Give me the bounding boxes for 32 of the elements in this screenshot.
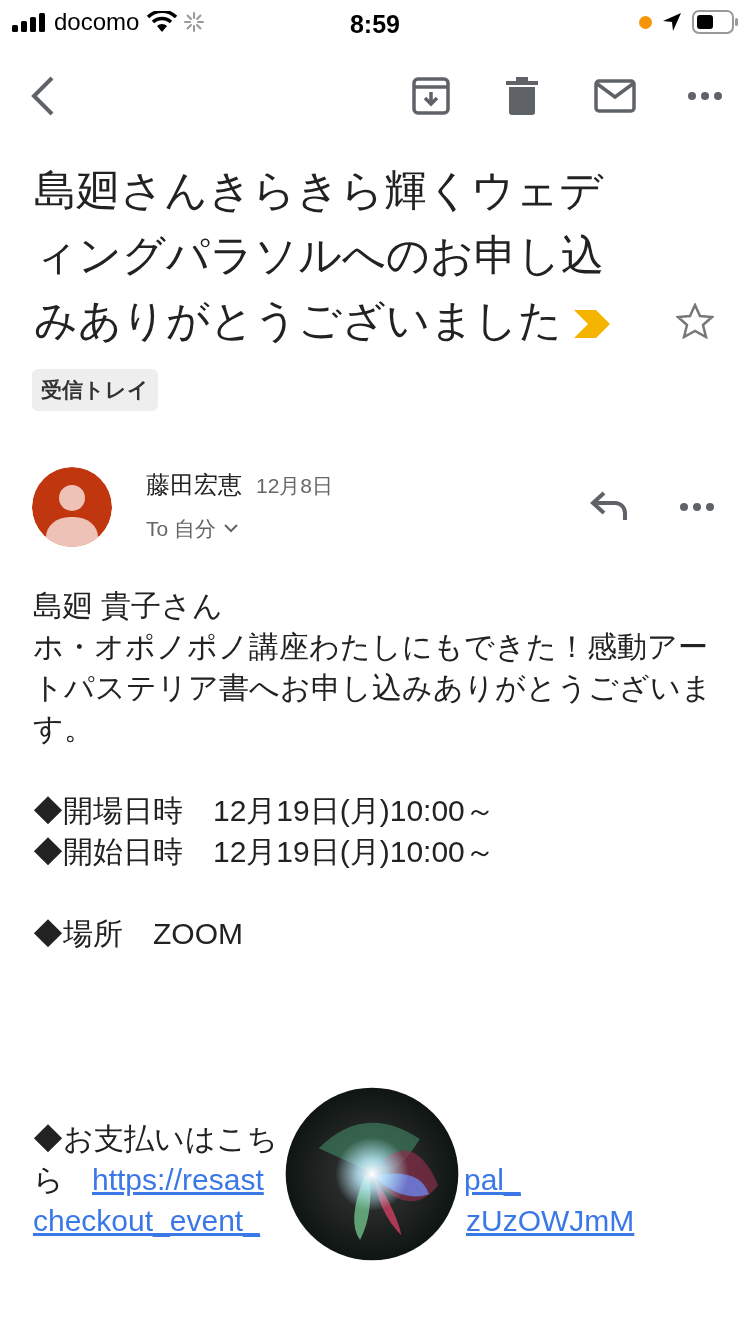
signal-icon [12,12,48,32]
carrier-name: docomo [54,7,140,37]
reply-icon[interactable] [590,490,628,521]
mail-icon[interactable] [594,79,636,113]
archive-icon[interactable] [412,77,450,115]
label-chip[interactable]: 受信トレイ [32,369,158,411]
link[interactable]: pal_ [464,1158,521,1200]
wifi-icon [147,11,178,33]
email-date: 12月8日 [256,472,334,499]
loading-icon [183,11,206,33]
recipient-toggle[interactable]: To 自分 [146,512,334,544]
importance-marker-icon[interactable] [574,309,610,338]
body-text: ◆開場日時 12月19日(月)10:00～ [33,792,496,829]
email-subject: 島廻さんきらきら輝くウェディングパラソルへのお申し込みありがとうございました [34,158,614,353]
trash-icon[interactable] [506,77,538,115]
link[interactable]: https://resast [92,1162,264,1196]
body-text: 島廻 貴子さん [33,587,225,624]
more-icon[interactable] [680,502,714,511]
sender-name: 藤田宏恵 [146,469,242,500]
location-arrow-icon [662,12,682,32]
body-text: ◆お支払いはこち [33,1120,279,1157]
star-icon[interactable] [676,303,714,339]
body-text: ◆開始日時 12月19日(月)10:00～ [33,833,496,870]
link[interactable]: checkout_event_ [33,1203,260,1237]
body-text: ら [33,1161,65,1198]
more-icon[interactable] [688,92,722,100]
status-time: 8:59 [349,10,400,38]
battery-icon [692,10,738,34]
link[interactable]: zUzOWJmM [466,1199,635,1241]
body-text: ホ・オポノポノ講座わたしにもできた！感動アートパステリア書へお申し込みありがとうございます。 [33,628,713,747]
body-text: ◆場所 ZOOM [33,915,244,952]
chevron-down-icon[interactable] [224,523,238,533]
